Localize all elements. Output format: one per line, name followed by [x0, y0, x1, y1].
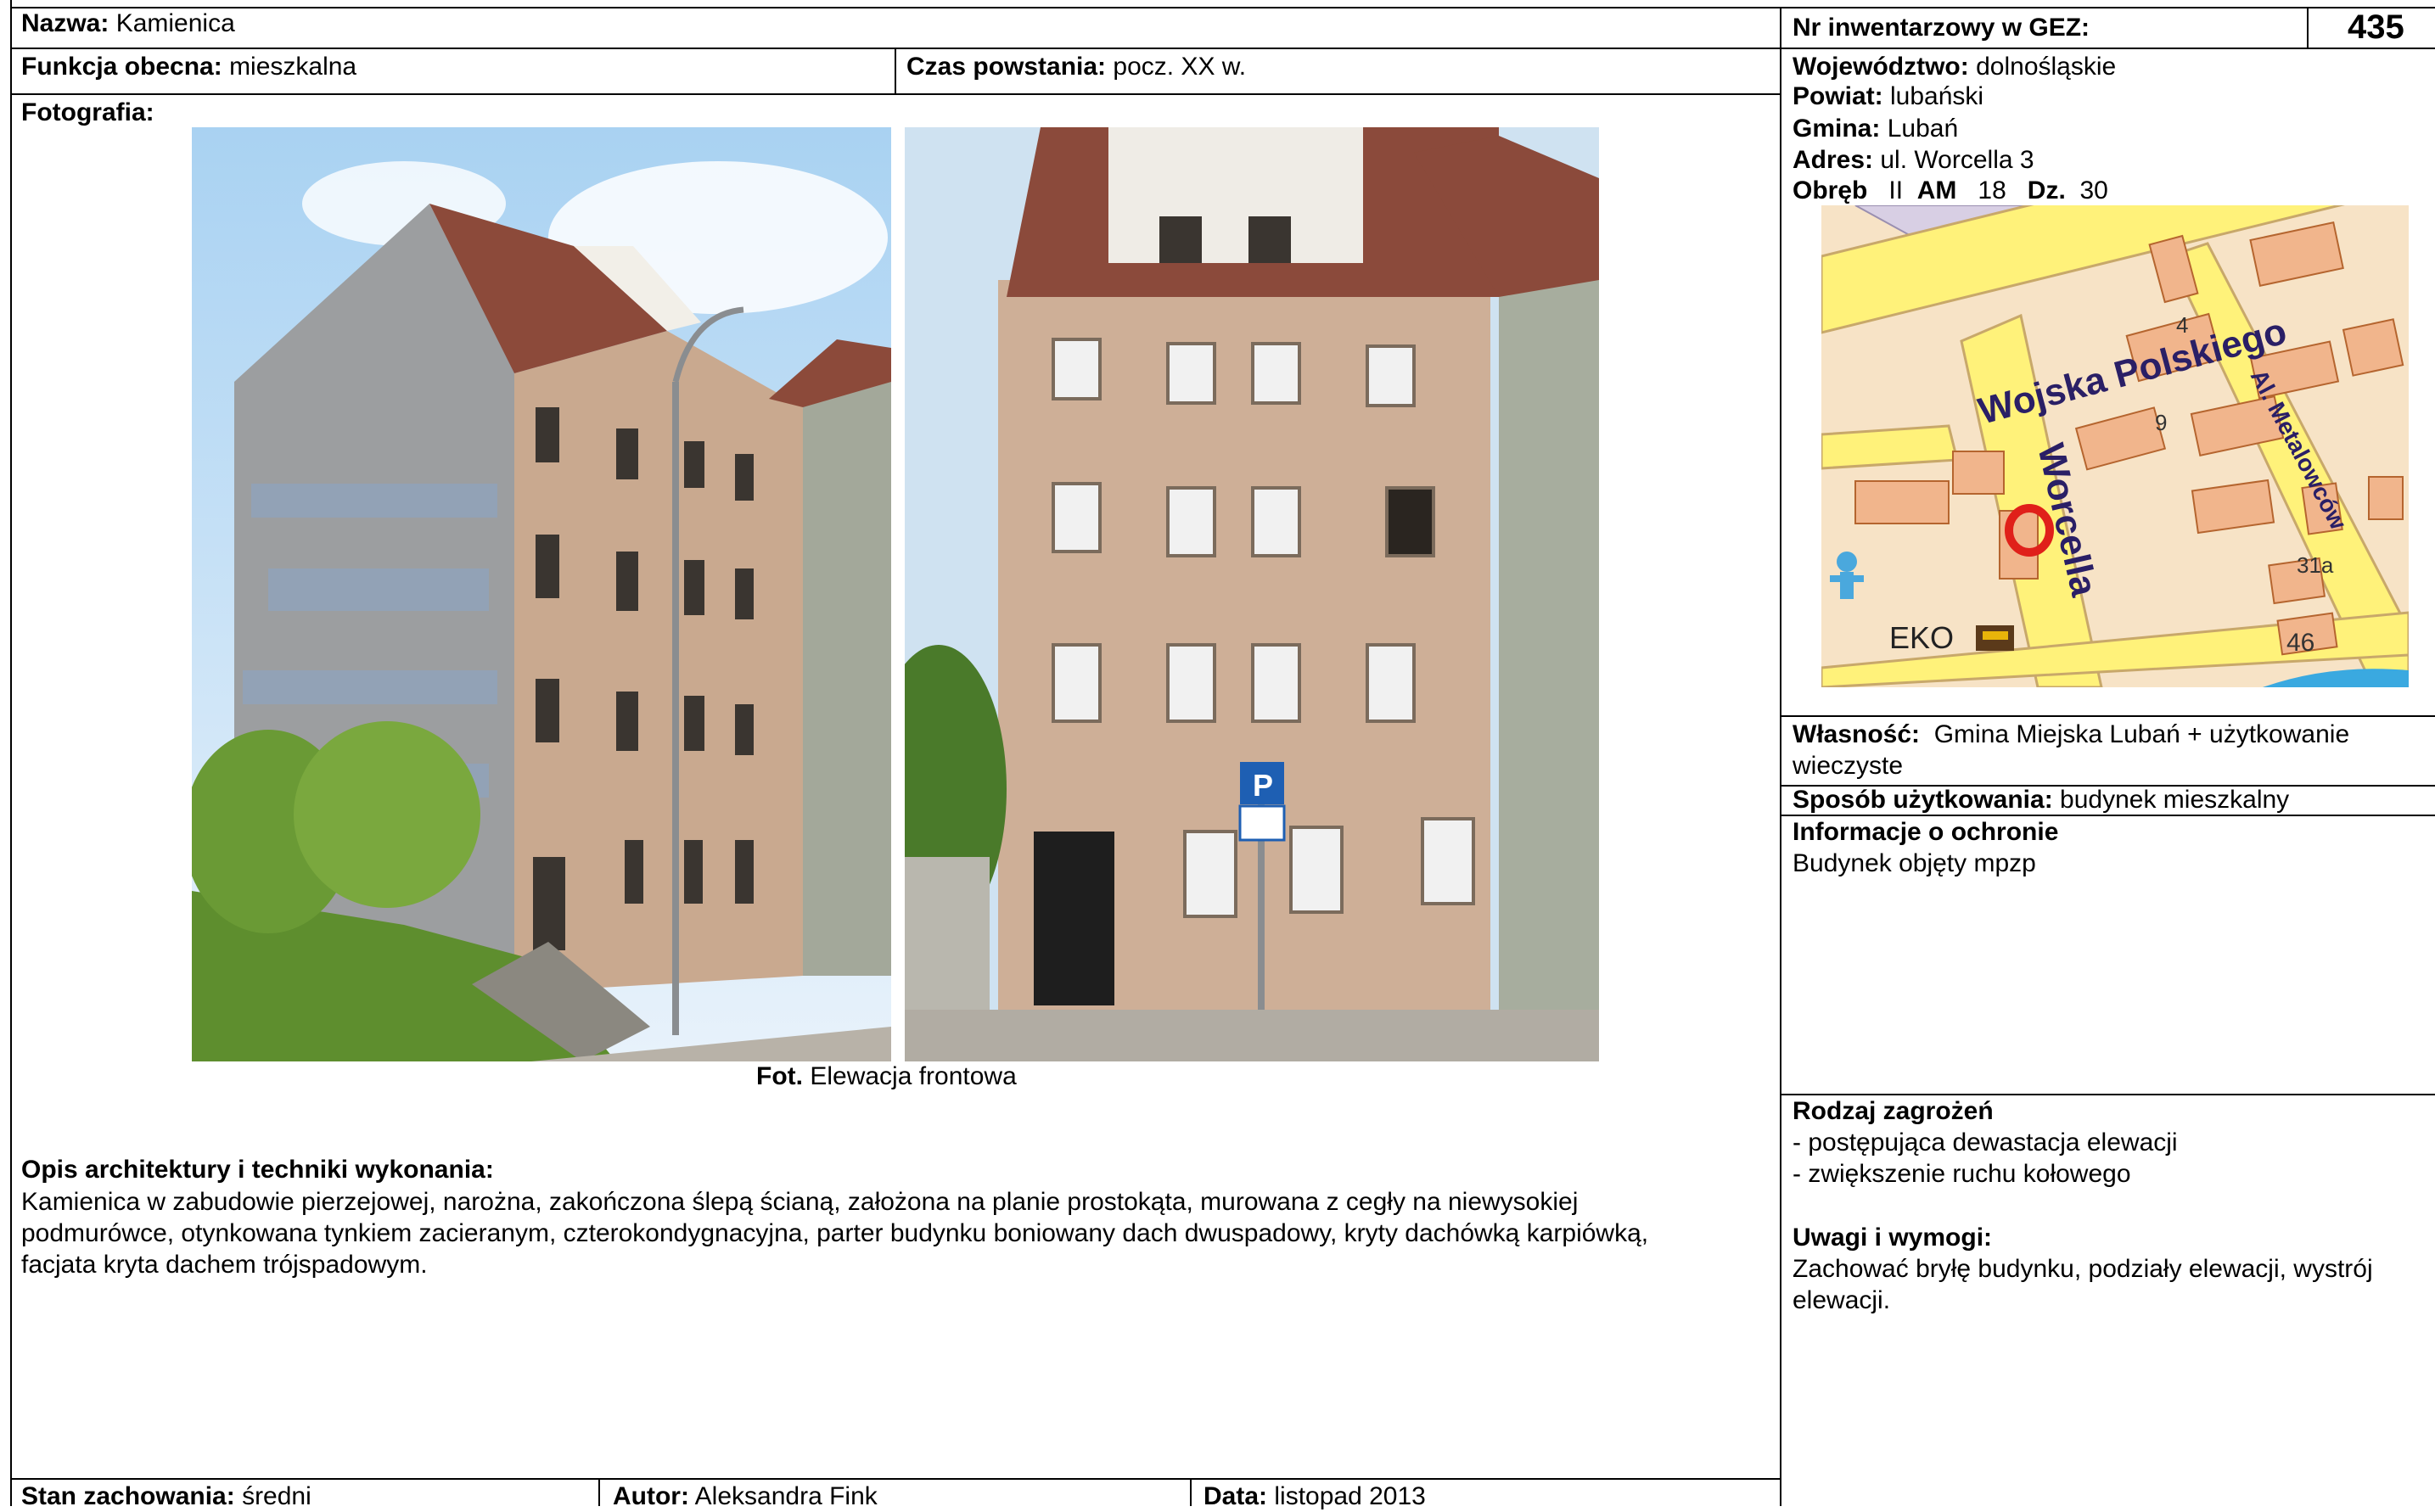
date-field: Data: listopad 2013 [1203, 1482, 1426, 1510]
left-border [10, 0, 12, 1506]
top-border [10, 7, 2435, 8]
map-bottom-line [1780, 715, 2435, 717]
location-map: Wojska Polskiego Worcella Al. Metalowców… [1821, 205, 2409, 687]
name-label: Nazwa: [21, 9, 109, 37]
photo-caption: Fot. Elewacja frontowa [756, 1062, 1017, 1090]
map-num-9: 9 [2155, 410, 2167, 435]
name-field: Nazwa: Kamienica [21, 8, 235, 39]
state-field: Stan zachowania: średni [21, 1482, 311, 1510]
svg-text:P: P [1253, 768, 1273, 803]
author-field: Autor: Aleksandra Fink [613, 1482, 878, 1510]
map-num-4: 4 [2176, 312, 2188, 338]
protection-value: Budynek objęty mpzp [1793, 849, 2036, 877]
time-value: pocz. XX w. [1113, 53, 1247, 81]
row2-divider [895, 48, 896, 95]
parcel-field: Obręb II AM 18 Dz. 30 [1793, 176, 2108, 204]
description-line-1: Kamienica w zabudowie pierzejowej, naroż… [21, 1188, 1579, 1216]
map-graphic: Wojska Polskiego Worcella Al. Metalowców… [1821, 205, 2409, 687]
map-num-46: 46 [2286, 629, 2314, 657]
county-field: Powiat: lubański [1793, 82, 1984, 110]
photo-label: Fotografia: [21, 98, 154, 126]
middle-divider [1780, 7, 1781, 1506]
notes-value: Zachować bryłę budynku, podziały elewacj… [1793, 1255, 2373, 1314]
ownership-field: Własność: Gmina Miejska Lubań + użytkowa… [1793, 719, 2421, 781]
map-num-31a: 31a [2297, 552, 2334, 578]
inv-divider [2307, 7, 2309, 48]
voivodeship-field: Województwo: dolnośląskie [1793, 53, 2117, 81]
usage-field: Sposób użytkowania: budynek mieszkalny [1793, 786, 2290, 814]
address-field: Adres: ul. Worcella 3 [1793, 146, 2034, 174]
function-value: mieszkalna [229, 53, 357, 81]
building-photo-corner [192, 127, 891, 1061]
chest-icon [1976, 625, 2014, 651]
description-line-2: podmurówce, otynkowana tynkiem zacierany… [21, 1219, 1649, 1247]
description-line-3: facjata kryta dachem trójspadowym. [21, 1251, 428, 1279]
notes-label: Uwagi i wymogi: [1793, 1224, 1993, 1252]
threat-item: - postępująca dewastacja elewacji [1793, 1128, 2178, 1156]
footer-top-line [10, 1478, 1781, 1480]
threats-label: Rodzaj zagrożeń [1793, 1097, 1994, 1125]
footer-divider-1 [598, 1478, 600, 1506]
time-label: Czas powstania: [906, 53, 1107, 81]
commune-field: Gmina: Lubań [1793, 115, 1959, 143]
inventory-label: Nr inwentarzowy w GEZ: [1793, 14, 2090, 42]
row1-bottom-line [10, 48, 2435, 49]
photo-left [192, 127, 891, 1061]
inventory-number: 435 [2348, 8, 2404, 46]
ownership-label: Własność: [1793, 720, 1921, 748]
footer-divider-2 [1190, 1478, 1192, 1506]
time-field: Czas powstania: pocz. XX w. [906, 51, 1246, 82]
protection-label: Informacje o ochronie [1793, 818, 2059, 846]
building-photo-front: P [905, 127, 1599, 1061]
threat-item: - zwiększenie ruchu kołowego [1793, 1160, 2131, 1188]
description-label: Opis architektury i techniki wykonania: [21, 1156, 494, 1184]
map-eko: EKO [1889, 620, 1954, 655]
photo-right: P [905, 127, 1599, 1061]
function-label: Funkcja obecna: [21, 53, 222, 81]
name-value: Kamienica [115, 9, 235, 37]
function-field: Funkcja obecna: mieszkalna [21, 51, 356, 82]
